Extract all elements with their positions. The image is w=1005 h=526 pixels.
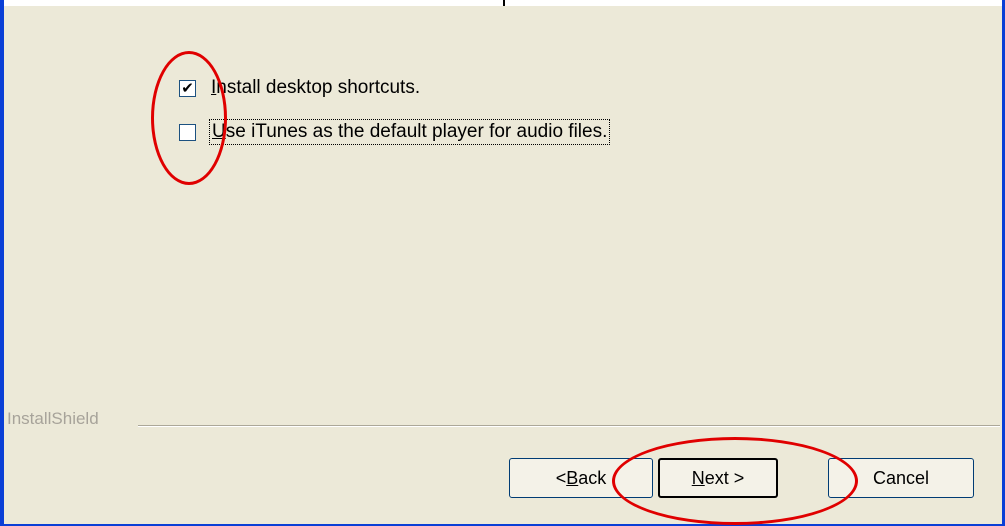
cancel-button[interactable]: Cancel: [828, 458, 974, 498]
next-button[interactable]: Next >: [658, 458, 778, 498]
installshield-brand-label: InstallShield: [7, 409, 99, 428]
footer-divider: [138, 425, 1000, 427]
default-player-checkbox[interactable]: [179, 123, 196, 141]
back-button-mnemonic: B: [566, 467, 579, 488]
option-desktop-shortcuts[interactable]: ✔ Install desktop shortcuts.: [179, 74, 422, 102]
next-button-label: ext >: [704, 467, 745, 488]
installer-dialog: ✔ Install desktop shortcuts. Use iTunes …: [0, 0, 1005, 526]
back-button-arrow: <: [555, 467, 567, 488]
desktop-shortcuts-label[interactable]: Install desktop shortcuts.: [209, 76, 422, 100]
desktop-shortcuts-checkbox[interactable]: ✔: [179, 78, 196, 97]
next-button-mnemonic: N: [691, 467, 705, 488]
back-button[interactable]: < Back: [509, 458, 653, 498]
title-area-fragment: [503, 0, 505, 6]
option-default-player[interactable]: Use iTunes as the default player for aud…: [179, 118, 611, 146]
back-button-label: ack: [578, 467, 607, 488]
window-frame-left: [0, 0, 4, 526]
default-player-label[interactable]: Use iTunes as the default player for aud…: [209, 119, 611, 145]
checkmark-icon: ✔: [181, 78, 194, 97]
